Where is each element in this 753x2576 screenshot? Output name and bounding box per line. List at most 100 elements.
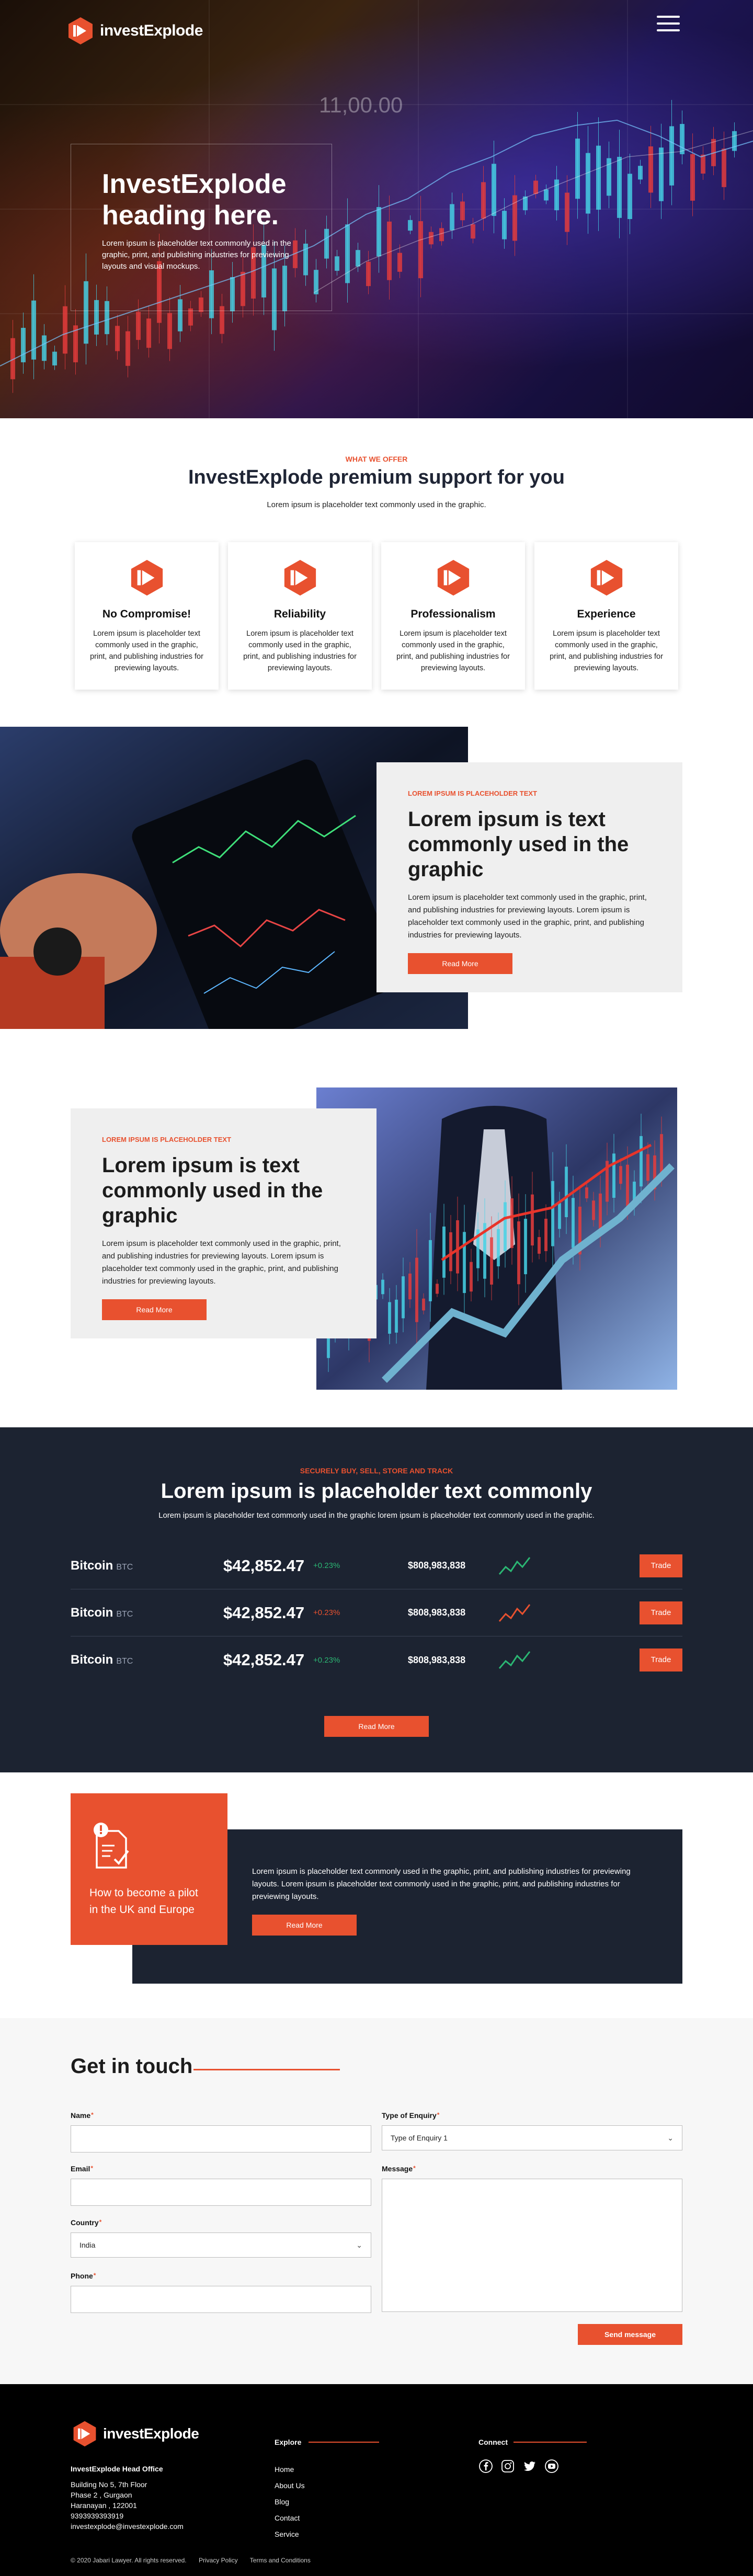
send-message-button[interactable]: Send message [578, 2324, 682, 2345]
read-more-button[interactable]: Read More [408, 953, 512, 974]
twitter-icon[interactable] [522, 2459, 537, 2474]
instagram-icon[interactable] [500, 2459, 515, 2474]
email-address: investexplode@investexplode.com [71, 2522, 184, 2531]
name-input[interactable] [71, 2125, 371, 2153]
enquiry-value: Type of Enquiry 1 [391, 2134, 448, 2142]
feature-panel-2: LOREM IPSUM IS PLACEHOLDER TEXT Lorem ip… [71, 1108, 376, 1338]
coin-price: $42,852.47 [223, 1651, 305, 1669]
contact-section: Get in touch Name* Email* Country* India… [0, 2018, 753, 2384]
country-select[interactable]: India ⌄ [71, 2232, 371, 2258]
phone-label: Phone [71, 2272, 93, 2280]
footer-brand-name: investExplode [103, 2425, 199, 2442]
footer-link-blog[interactable]: Blog [275, 2494, 305, 2510]
offer-card-text: Lorem ipsum is placeholder text commonly… [396, 629, 510, 672]
required-mark: * [90, 2165, 94, 2172]
chevron-down-icon: ⌄ [667, 2133, 674, 2142]
connect-heading: Connect [478, 2438, 508, 2446]
footer-links: Home About Us Blog Contact Service [275, 2461, 305, 2543]
enquiry-label: Type of Enquiry [382, 2111, 437, 2120]
required-mark: * [91, 2111, 94, 2119]
feature-eyebrow: LOREM IPSUM IS PLACEHOLDER TEXT [102, 1136, 232, 1143]
hero-title: InvestExplode heading here. [102, 169, 287, 231]
footer-link-about[interactable]: About Us [275, 2478, 305, 2494]
trade-read-more-button[interactable]: Read More [324, 1716, 429, 1737]
pilot-section: How to become a pilot in the UK and Euro… [0, 1772, 753, 2018]
offer-card-title: Experience [577, 608, 636, 620]
country-label: Country [71, 2218, 99, 2227]
email-label: Email [71, 2165, 90, 2173]
offer-card-title: No Compromise! [102, 608, 191, 620]
feature-section-2: LOREM IPSUM IS PLACEHOLDER TEXT Lorem ip… [0, 1072, 753, 1427]
chevron-down-icon: ⌄ [356, 2240, 362, 2249]
offer-card-title: Reliability [273, 608, 326, 620]
hero-section: 11,00.00 investExplode InvestExplode hea… [0, 0, 753, 418]
ticker-table: Bitcoin BTC $42,852.47 +0.23% $808,983,83… [71, 1542, 682, 1684]
address-line: Haranayan , 122001 [71, 2501, 137, 2510]
brand-logo-icon [131, 559, 163, 596]
read-more-button[interactable]: Read More [102, 1299, 207, 1320]
phone-input[interactable] [71, 2286, 371, 2313]
address-line: Phase 2 , Gurgaon [71, 2491, 132, 2499]
contact-title: Get in touch [71, 2055, 193, 2078]
copyright-text: © 2020 Jabari Lawyer. All rights reserve… [71, 2557, 187, 2564]
copyright-bar: © 2020 Jabari Lawyer. All rights reserve… [71, 2557, 321, 2564]
terms-link[interactable]: Terms and Conditions [250, 2557, 311, 2564]
offer-eyebrow: WHAT WE OFFER [345, 455, 408, 463]
country-value: India [79, 2241, 96, 2249]
ticker-row: Bitcoin BTC $42,852.47 +0.23% $808,983,83… [71, 1542, 682, 1589]
offer-card-title: Professionalism [410, 608, 496, 620]
coin-volume: $808,983,838 [408, 1560, 466, 1571]
pilot-card: How to become a pilot in the UK and Euro… [71, 1793, 227, 1945]
pilot-text: Lorem ipsum is placeholder text commonly… [252, 1867, 631, 1901]
coin-change: +0.23% [313, 1561, 340, 1570]
footer-link-service[interactable]: Service [275, 2526, 305, 2543]
menu-icon[interactable] [657, 16, 680, 31]
trade-button[interactable]: Trade [640, 1554, 682, 1577]
footer-link-contact[interactable]: Contact [275, 2510, 305, 2526]
brand-logo[interactable]: investExplode [65, 16, 203, 46]
pilot-title: How to become a pilot in the UK and Euro… [89, 1887, 198, 1916]
feature-title: Lorem ipsum is text commonly used in the… [408, 808, 629, 881]
offer-subtitle: Lorem ipsum is placeholder text commonly… [267, 500, 486, 509]
trend-down-icon [498, 1604, 531, 1622]
feature-section-1: LOREM IPSUM IS PLACEHOLDER TEXT Lorem ip… [0, 727, 753, 1072]
feature-title: Lorem ipsum is text commonly used in the… [102, 1154, 323, 1227]
facebook-icon[interactable] [478, 2459, 493, 2474]
coin-price: $42,852.47 [223, 1556, 305, 1575]
offer-card: Experience Lorem ipsum is placeholder te… [534, 542, 678, 690]
offer-card-text: Lorem ipsum is placeholder text commonly… [243, 629, 357, 672]
coin-symbol: BTC [116, 1657, 133, 1666]
trend-up-icon [498, 1651, 531, 1669]
message-textarea[interactable] [382, 2179, 682, 2312]
email-input[interactable] [71, 2179, 371, 2206]
explore-rule [309, 2442, 379, 2443]
trade-button[interactable]: Trade [640, 1601, 682, 1624]
required-mark: * [413, 2165, 416, 2172]
trade-button[interactable]: Trade [640, 1648, 682, 1671]
offer-card: Professionalism Lorem ipsum is placehold… [381, 542, 525, 690]
offer-cards: No Compromise! Lorem ipsum is placeholde… [75, 542, 678, 690]
enquiry-select[interactable]: Type of Enquiry 1 ⌄ [382, 2125, 682, 2150]
feature-eyebrow: LOREM IPSUM IS PLACEHOLDER TEXT [408, 789, 538, 797]
footer-logo[interactable]: investExplode [71, 2420, 199, 2448]
trend-up-icon [498, 1557, 531, 1575]
offer-card-text: Lorem ipsum is placeholder text commonly… [90, 629, 203, 672]
feature-panel-1: LOREM IPSUM IS PLACEHOLDER TEXT Lorem ip… [376, 762, 682, 992]
brand-logo-icon [437, 559, 469, 596]
footer-link-home[interactable]: Home [275, 2461, 305, 2478]
privacy-link[interactable]: Privacy Policy [199, 2557, 238, 2564]
coin-name: Bitcoin [71, 1605, 113, 1620]
offer-section: WHAT WE OFFER InvestExplode premium supp… [0, 418, 753, 727]
required-mark: * [437, 2111, 440, 2119]
required-mark: * [93, 2272, 96, 2279]
trade-eyebrow: SECURELY BUY, SELL, STORE AND TRACK [300, 1467, 453, 1475]
offer-card: No Compromise! Lorem ipsum is placeholde… [75, 542, 219, 690]
contact-title-rule [193, 2069, 340, 2070]
youtube-icon[interactable] [544, 2459, 559, 2474]
footer: investExplode InvestExplode Head Office … [0, 2384, 753, 2576]
footer-address: InvestExplode Head Office Building No 5,… [71, 2464, 184, 2532]
document-check-icon [94, 1823, 129, 1869]
pilot-read-more-button[interactable]: Read More [252, 1915, 357, 1936]
hero-chart-number: 11,00.00 [319, 93, 403, 117]
brand-logo-icon [73, 2421, 96, 2447]
